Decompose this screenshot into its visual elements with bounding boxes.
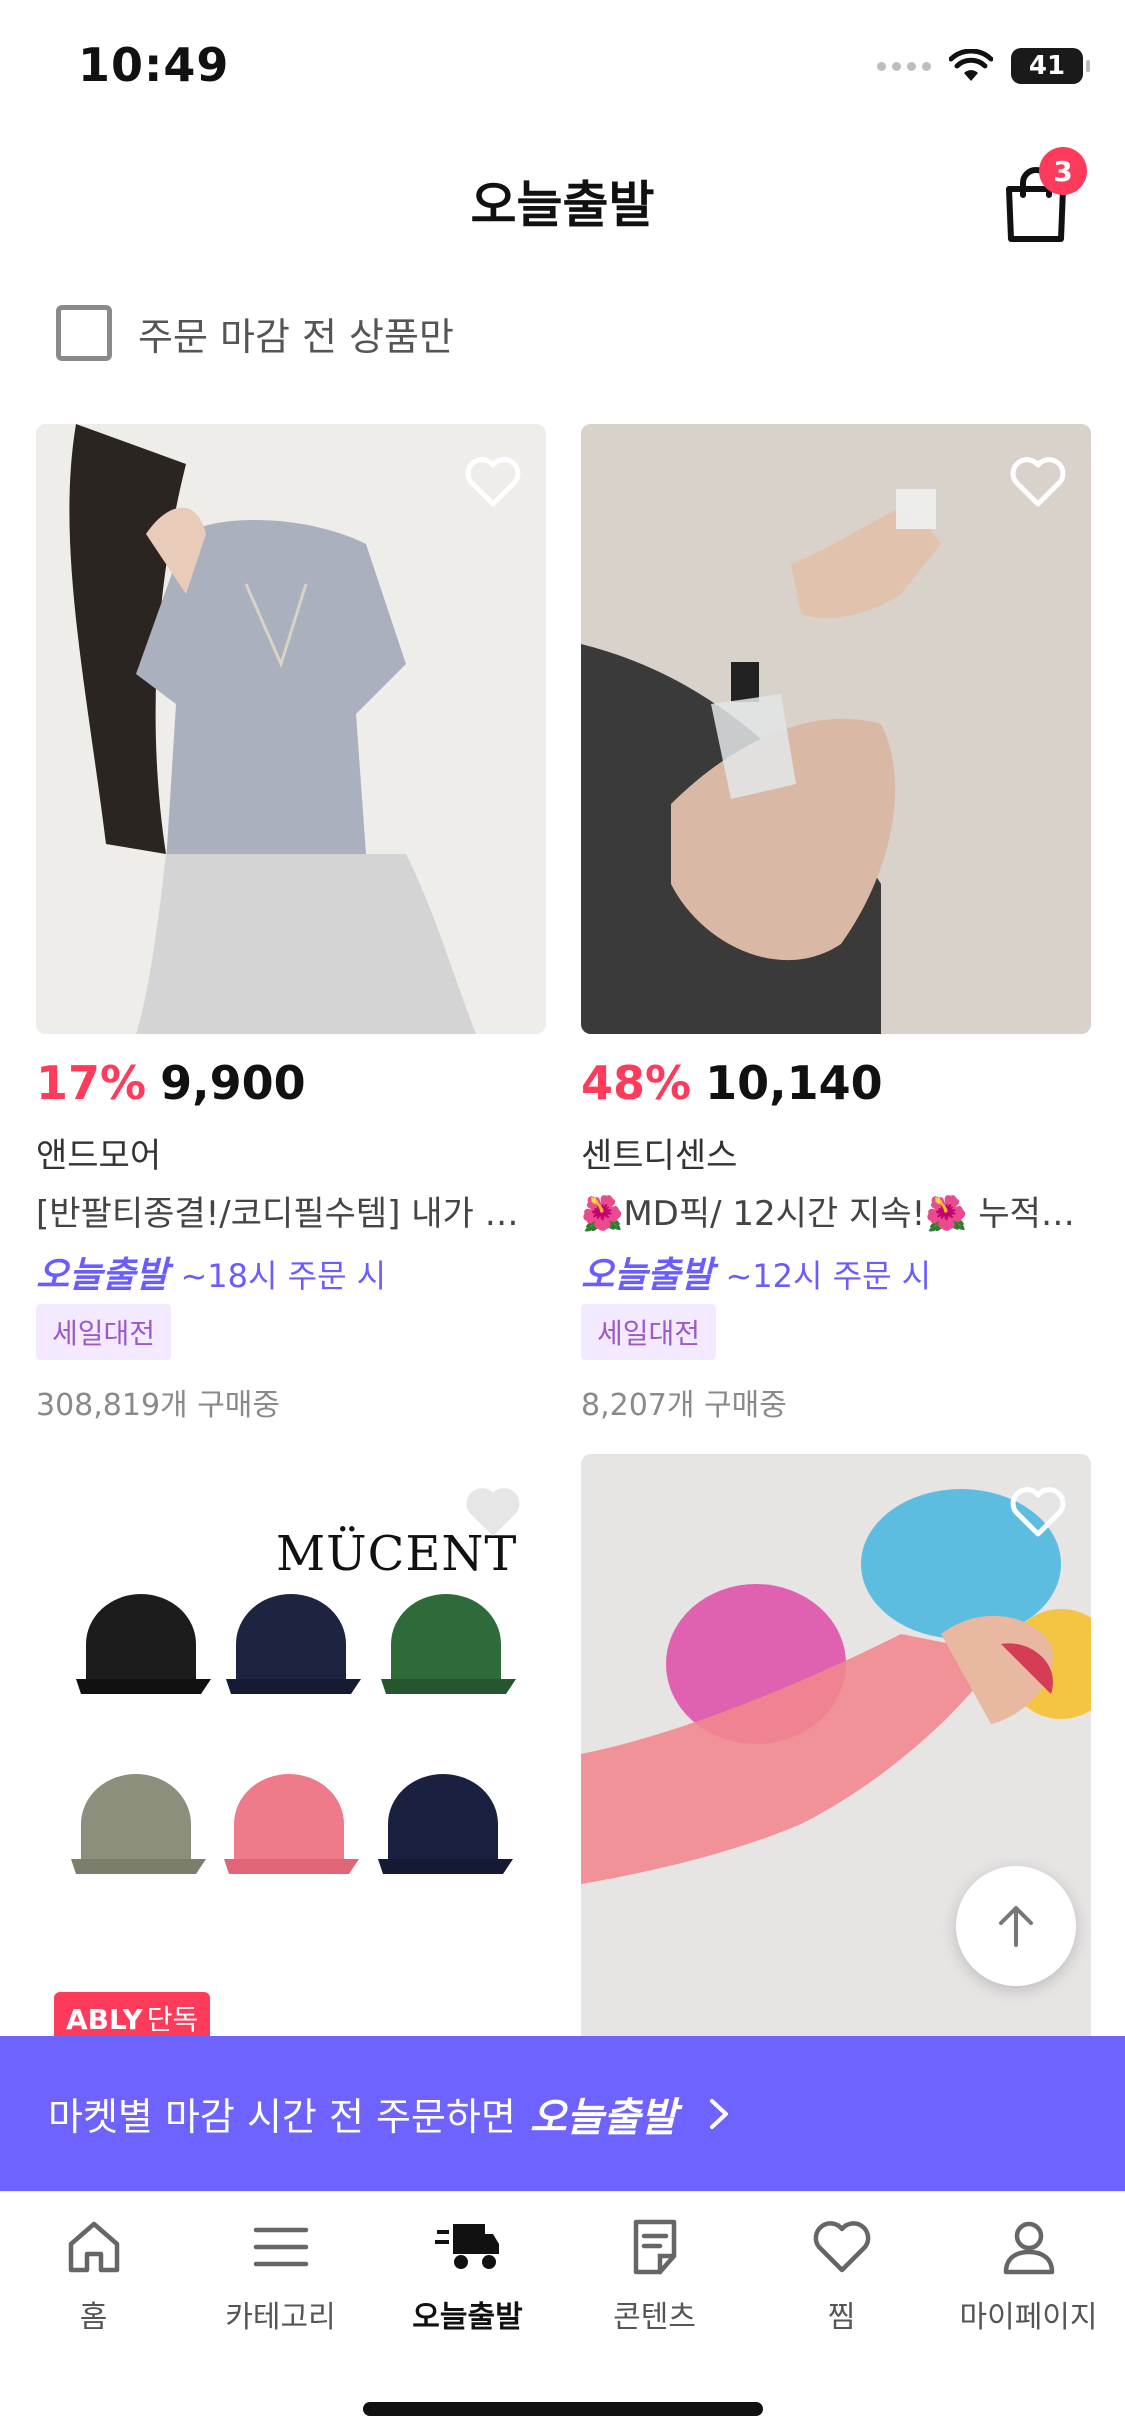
product-card[interactable]: 48% 10,140 센트디센스 🌺MD픽/ 12시간 지속!🌺 누적판매 오늘출…: [581, 424, 1091, 1424]
tab-label: 홈: [79, 2300, 108, 2335]
menu-icon: [253, 2227, 308, 2267]
signal-icon: [877, 61, 931, 71]
wishlist-heart-icon[interactable]: [464, 1482, 522, 1540]
price-row: 48% 10,140: [581, 1056, 883, 1110]
header: 오늘출발 3: [0, 135, 1125, 275]
home-icon: [68, 2221, 119, 2273]
today-shipping-banner[interactable]: 마켓별 마감 시간 전 주문하면 오늘출발: [0, 2036, 1125, 2191]
cart-button[interactable]: 3: [999, 147, 1087, 245]
heart-icon: [813, 2221, 870, 2273]
filter-checkbox[interactable]: [56, 305, 112, 361]
shipping-brand: 오늘출발: [581, 1255, 714, 1296]
shipping-brand: 오늘출발: [36, 1255, 169, 1296]
banner-brand: 오늘출발: [529, 2094, 678, 2141]
document-icon: [633, 2219, 676, 2275]
tab-wishlist[interactable]: 찜: [748, 2216, 935, 2336]
wishlist-heart-icon[interactable]: [1009, 1482, 1067, 1540]
tab-label: 찜: [827, 2300, 856, 2335]
person-icon: [1003, 2221, 1054, 2275]
product-name[interactable]: [반팔티종결!/코디필수템] 내가 찾던 기본: [36, 1186, 546, 1235]
cart-count-badge: 3: [1039, 147, 1087, 195]
discount-rate: 48%: [581, 1056, 692, 1110]
brand-name[interactable]: 앤드모어: [36, 1128, 161, 1177]
battery-icon: 41: [1011, 48, 1090, 84]
shipping-info: 오늘출발 ~12시 주문 시: [581, 1246, 931, 1298]
product-name[interactable]: 🌺MD픽/ 12시간 지속!🌺 누적판매: [581, 1186, 1091, 1235]
status-icons: 41: [877, 48, 1090, 84]
brand-name[interactable]: 센트디센스: [581, 1128, 737, 1177]
sale-tag: 세일대전: [581, 1304, 717, 1360]
wifi-icon: [949, 49, 993, 81]
buyer-count: 308,819개 구매중: [36, 1388, 280, 1423]
app-root: 10:49 41 오늘출발 3 주문 마감 전 상품만 17% 9,900 앤드…: [0, 0, 1125, 2436]
product-image: MÜCENT ABLY 단독: [36, 1454, 546, 2036]
tab-label: 콘텐츠: [613, 2300, 696, 2335]
order-deadline-filter[interactable]: 주문 마감 전 상품만: [56, 305, 454, 361]
shipping-info: 오늘출발 ~18시 주문 시: [36, 1246, 386, 1298]
tab-home[interactable]: 홈: [0, 2216, 187, 2336]
truck-icon: [434, 2224, 499, 2269]
exclusive-badge: ABLY 단독: [54, 1992, 211, 2036]
tab-label: 마이페이지: [959, 2300, 1098, 2335]
product-image: [581, 424, 1091, 1034]
wishlist-heart-icon[interactable]: [1009, 452, 1067, 510]
price: 9,900: [160, 1056, 306, 1110]
tab-today-shipping[interactable]: 오늘출발: [374, 2216, 561, 2336]
scroll-to-top-button[interactable]: [956, 1866, 1076, 1986]
banner-text: 마켓별 마감 시간 전 주문하면: [48, 2095, 516, 2139]
sale-tag: 세일대전: [36, 1304, 172, 1360]
shipping-deadline: ~18시 주문 시: [180, 1257, 387, 1295]
badge-main: ABLY: [66, 2003, 143, 2036]
filter-label: 주문 마감 전 상품만: [138, 314, 454, 359]
price-row: 17% 9,900: [36, 1056, 306, 1110]
buyer-count: 8,207개 구매중: [581, 1388, 787, 1423]
wishlist-heart-icon[interactable]: [464, 452, 522, 510]
product-image: [36, 424, 546, 1034]
tab-label: 오늘출발: [412, 2300, 523, 2335]
chevron-right-icon: [710, 2098, 729, 2129]
product-card[interactable]: MÜCENT ABLY 단독: [36, 1454, 546, 2036]
arrow-up-icon: [999, 1906, 1033, 1947]
price: 10,140: [705, 1056, 883, 1110]
status-bar: 10:49 41: [0, 0, 1125, 135]
badge-sub: 단독: [146, 2003, 199, 2036]
home-indicator: [363, 2402, 763, 2416]
status-time: 10:49: [78, 38, 230, 92]
tab-category[interactable]: 카테고리: [187, 2216, 374, 2336]
discount-rate: 17%: [36, 1056, 147, 1110]
shipping-deadline: ~12시 주문 시: [725, 1257, 932, 1295]
tab-my-page[interactable]: 마이페이지: [935, 2216, 1122, 2336]
page-title: 오늘출발: [470, 176, 655, 234]
tab-contents[interactable]: 콘텐츠: [561, 2216, 748, 2336]
product-card[interactable]: 17%9,900 앤드모어 [반팔티종결!/코디필수템] 내가 찾던 기본 오늘…: [36, 424, 546, 1424]
bottom-tab-bar: 홈 카테고리 오늘출발 콘텐츠 찜 마이페이지: [0, 2191, 1125, 2436]
tab-label: 카테고리: [225, 2300, 336, 2335]
